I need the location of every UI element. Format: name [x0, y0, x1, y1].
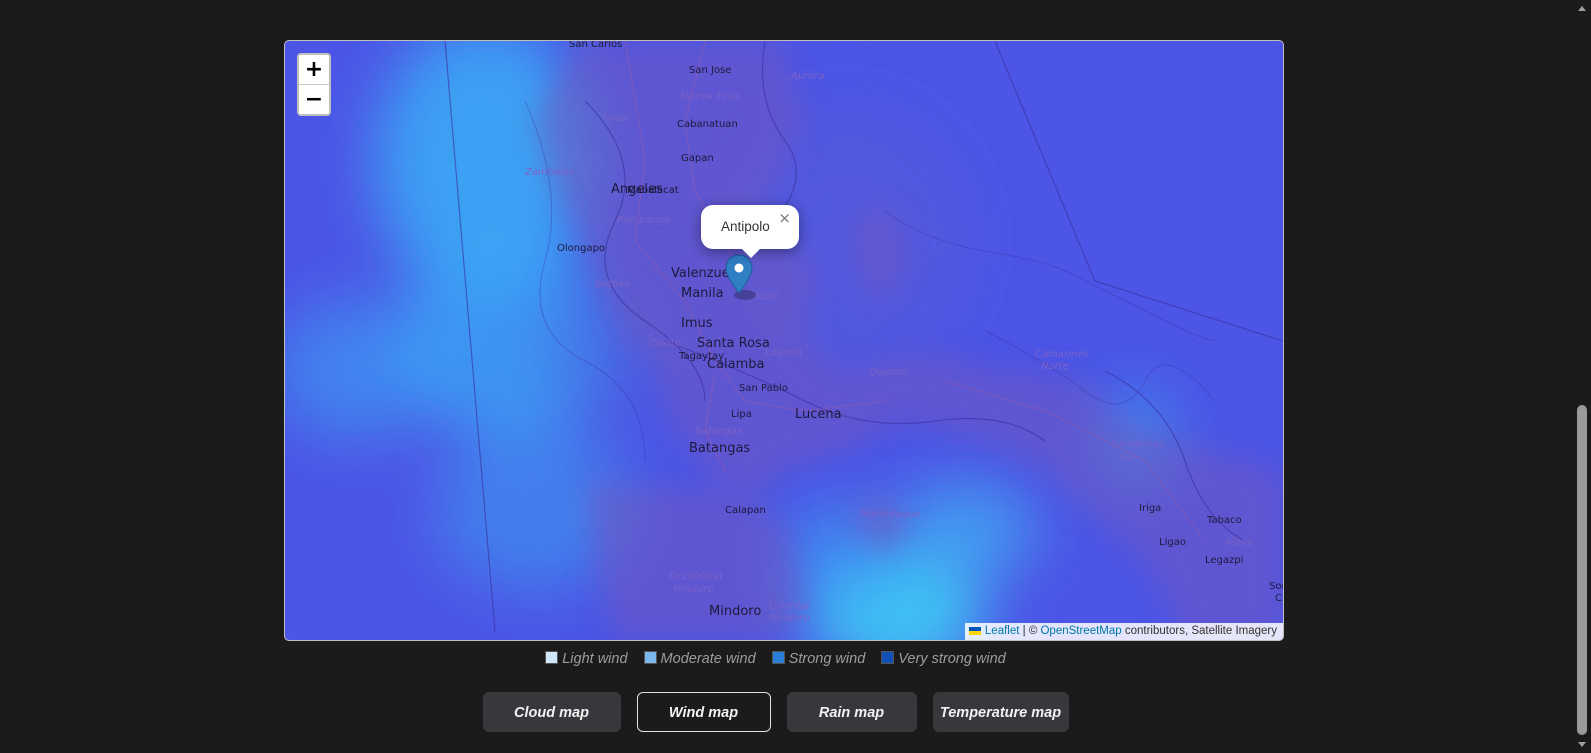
- map-label-batangas: Batangas: [695, 426, 742, 437]
- map-attribution: Leaflet | © OpenStreetMap contributors, …: [964, 623, 1283, 640]
- legend-item-strong: Strong wind: [771, 651, 866, 667]
- map-label-aurora: Aurora: [790, 71, 825, 82]
- map-label-albay: Albay: [1224, 537, 1254, 548]
- map-label-tabaco: Tabaco: [1206, 515, 1242, 526]
- zoom-in-button[interactable]: +: [299, 55, 329, 84]
- map-label-calapan: Calapan: [725, 505, 766, 516]
- map-label-sorsogon: Sorsogon: [1269, 581, 1283, 592]
- legend-label: Light wind: [562, 651, 628, 667]
- map-type-buttons: Cloud map Wind map Rain map Temperature …: [0, 692, 1551, 732]
- legend-swatch: [771, 651, 785, 664]
- map-label-batangas: Batangas: [689, 441, 750, 456]
- map-label-mindoro: Mindoro: [673, 584, 713, 595]
- map-label-manila: Manila: [681, 286, 724, 301]
- ukraine-flag-icon: [968, 626, 981, 635]
- location-popup: Antipolo ×: [701, 205, 799, 258]
- attribution-suffix: contributors, Satellite Imagery: [1121, 625, 1277, 637]
- leaflet-link[interactable]: Leaflet: [985, 625, 1020, 637]
- map-label-tagaytay: Tagaytay: [678, 351, 724, 362]
- wind-map-button[interactable]: Wind map: [636, 692, 771, 732]
- map-label-sur: Sur: [1119, 453, 1137, 464]
- map-label-legazpi: Legazpi: [1205, 555, 1243, 566]
- legend-item-light: Light wind: [545, 651, 628, 667]
- zoom-out-button[interactable]: −: [299, 84, 329, 114]
- popup-close-icon[interactable]: ×: [778, 209, 791, 227]
- legend-label: Strong wind: [788, 651, 866, 667]
- map-label-san-carlos: San Carlos: [569, 41, 622, 50]
- scroll-up-icon[interactable]: [1578, 6, 1586, 11]
- map-label-mindoro: Mindoro: [769, 613, 809, 624]
- attribution-separator: | ©: [1019, 625, 1041, 637]
- temperature-map-button[interactable]: Temperature map: [932, 692, 1069, 732]
- map-label-iriga: Iriga: [1139, 503, 1161, 514]
- wind-legend: Light wind Moderate wind Strong wind Ver…: [0, 651, 1551, 667]
- legend-item-moderate: Moderate wind: [643, 651, 756, 667]
- map-layer[interactable]: San Carlos San Jose Aurora Nueva Ecija Tarla…: [285, 41, 1283, 640]
- map-label-angeles: Angeles: [611, 182, 663, 197]
- osm-link[interactable]: OpenStreetMap: [1040, 625, 1121, 637]
- map-label-ligao: Ligao: [1159, 537, 1186, 548]
- map-label-lucena: Lucena: [795, 407, 842, 422]
- map-label-zambales: Zambales: [524, 167, 574, 178]
- map-label-olongapo: Olongapo: [557, 243, 605, 254]
- map-label-cabanatuan: Cabanatuan: [677, 119, 738, 130]
- map-label-occidental: Occidental: [669, 571, 723, 582]
- map-label-mindoro: Mindoro: [709, 604, 761, 619]
- map-label-quezon: Quezon: [869, 367, 907, 378]
- legend-label: Moderate wind: [660, 651, 756, 667]
- map-label-pampanga: Pampanga: [617, 215, 670, 226]
- map-label-santa-rosa: Santa Rosa: [697, 336, 770, 351]
- map-label-camarines: Camarines: [1035, 349, 1089, 360]
- legend-item-very-strong: Very strong wind: [881, 651, 1006, 667]
- rain-map-button[interactable]: Rain map: [786, 692, 917, 732]
- scroll-thumb[interactable]: [1577, 405, 1587, 735]
- wind-map[interactable]: San Carlos San Jose Aurora Nueva Ecija Tarla…: [284, 40, 1284, 641]
- map-label-marinduque: Marinduque: [861, 509, 921, 520]
- map-label-camarines: Camarines: [1111, 439, 1165, 450]
- map-label-tarlac: Tarlac: [601, 113, 631, 124]
- popup-label: Antipolo: [721, 219, 770, 234]
- map-label-san-jose: San Jose: [689, 65, 731, 76]
- map-label-rizal: Rizal: [755, 291, 779, 302]
- map-label-norte: Norte: [1041, 361, 1069, 372]
- page-scrollbar[interactable]: [1574, 0, 1591, 753]
- legend-label: Very strong wind: [898, 651, 1006, 667]
- map-label-city: City: [1275, 593, 1283, 604]
- map-label-imus: Imus: [681, 316, 713, 331]
- scroll-down-icon[interactable]: [1578, 742, 1586, 747]
- map-label-san-pablo: San Pablo: [739, 383, 788, 394]
- map-label-gapan: Gapan: [681, 153, 714, 164]
- popup-tip: [741, 248, 761, 258]
- map-label-oriental: Oriental: [769, 601, 809, 612]
- cloud-map-button[interactable]: Cloud map: [482, 692, 621, 732]
- map-label-bataan: Bataan: [595, 279, 631, 290]
- map-label-nueva-ecija: Nueva Ecija: [681, 91, 740, 102]
- legend-swatch: [545, 651, 559, 664]
- legend-swatch: [643, 651, 657, 664]
- map-label-laguna: Laguna: [765, 347, 802, 358]
- legend-swatch: [881, 651, 895, 664]
- zoom-control: + −: [297, 53, 331, 116]
- map-label-lipa: Lipa: [731, 409, 752, 420]
- map-label-cavite: Cavite: [649, 338, 681, 349]
